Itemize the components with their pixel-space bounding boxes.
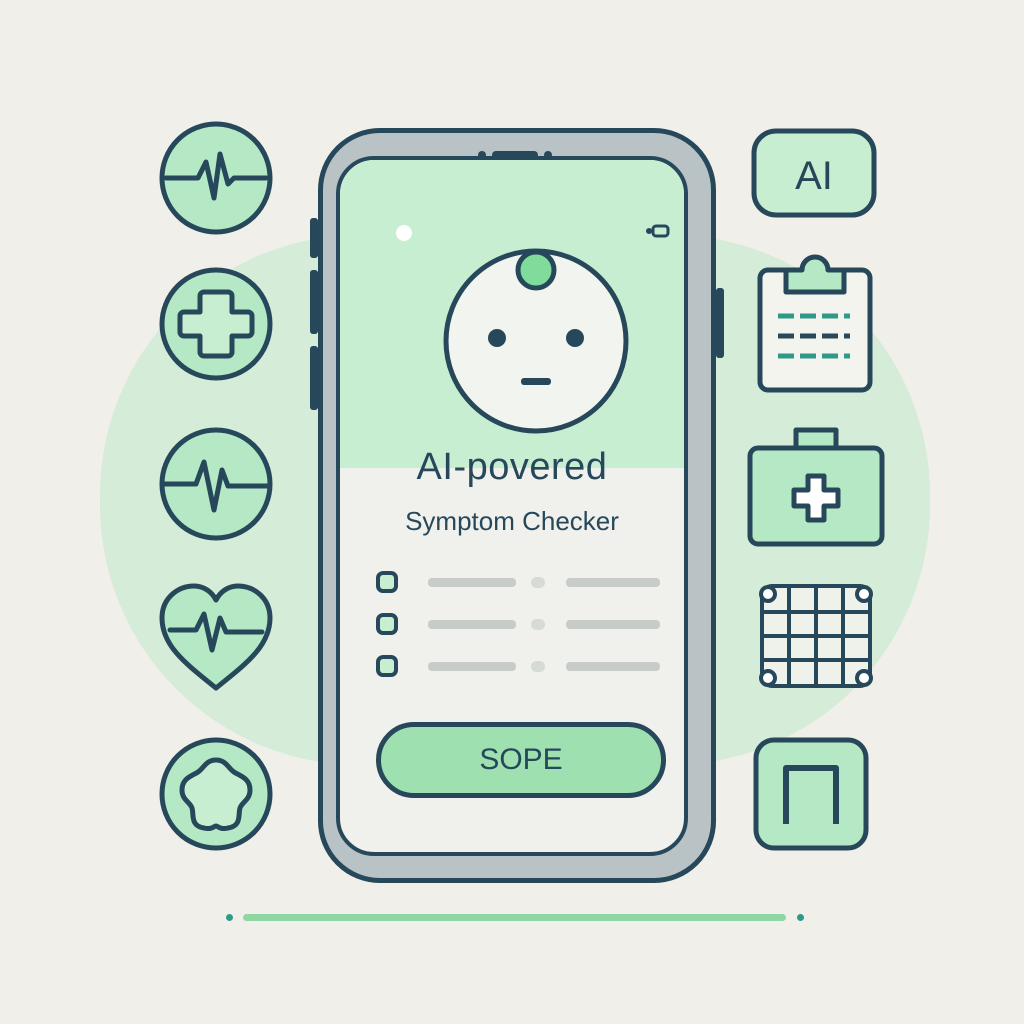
option-text-placeholder — [428, 578, 516, 587]
page-title: AI-povered — [416, 446, 608, 488]
pulse-circle-icon — [156, 424, 276, 544]
page-subtitle: Symptom Checker — [405, 506, 619, 536]
option-separator — [531, 661, 545, 672]
camera-dot-icon — [396, 225, 412, 241]
phone-screen: AI-povered Symptom Checker SOPE — [336, 156, 688, 856]
option-checkbox[interactable] — [376, 613, 398, 635]
heartbeat-circle-icon — [156, 118, 276, 238]
option-checkbox[interactable] — [376, 571, 398, 593]
list-item[interactable] — [376, 566, 666, 608]
robot-face-icon — [443, 248, 629, 434]
option-value-placeholder — [566, 620, 660, 629]
option-text-placeholder — [428, 662, 516, 671]
option-value-placeholder — [566, 578, 660, 587]
rule-dot-right — [797, 914, 804, 921]
mute-switch — [310, 346, 318, 410]
list-item[interactable] — [376, 650, 666, 692]
option-separator — [531, 577, 545, 588]
option-separator — [531, 619, 545, 630]
illustration-canvas: AI AI-povered Symptom Checker SOPE — [0, 0, 1024, 1024]
option-text-placeholder — [428, 620, 516, 629]
heart-pulse-icon — [156, 580, 276, 695]
ai-badge-label: AI — [795, 154, 833, 198]
sensor-icon — [646, 224, 670, 238]
badge-circle-icon — [156, 734, 276, 854]
rule-dot-left — [226, 914, 233, 921]
option-value-placeholder — [566, 662, 660, 671]
volume-down-button — [310, 270, 318, 334]
grid-calendar-icon — [756, 580, 876, 692]
option-checkbox[interactable] — [376, 655, 398, 677]
frame-icon — [752, 736, 870, 852]
ai-badge-icon: AI — [750, 127, 878, 219]
list-item[interactable] — [376, 608, 666, 650]
volume-up-button — [310, 218, 318, 258]
smartphone: AI-povered Symptom Checker SOPE — [310, 128, 724, 883]
clipboard-icon — [756, 254, 874, 394]
medical-cross-circle-icon — [156, 264, 276, 384]
first-aid-kit-icon — [746, 420, 886, 550]
symptom-options-list — [376, 566, 666, 692]
submit-button[interactable]: SOPE — [376, 722, 666, 798]
bottom-divider — [243, 914, 786, 921]
power-button — [716, 288, 724, 358]
